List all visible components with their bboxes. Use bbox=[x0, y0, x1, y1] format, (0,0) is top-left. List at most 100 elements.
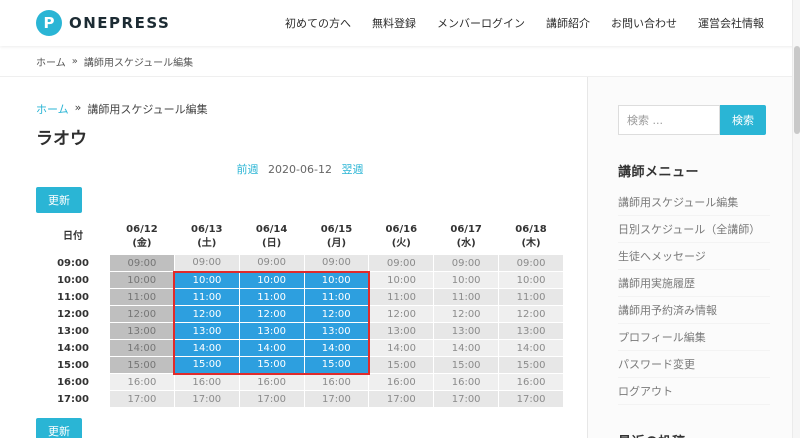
update-button-bottom[interactable]: 更新 bbox=[36, 418, 82, 438]
sidebar-menu-item[interactable]: 講師用実施履歴 bbox=[618, 270, 770, 297]
schedule-cell[interactable]: 10:00 bbox=[433, 271, 500, 289]
sidebar-menu-item[interactable]: 講師用予約済み情報 bbox=[618, 297, 770, 324]
schedule-cell[interactable]: 09:00 bbox=[303, 254, 370, 272]
day-column-header: 06/13 (土) bbox=[173, 220, 240, 255]
sidebar-menu-item[interactable]: パスワード変更 bbox=[618, 351, 770, 378]
schedule-cell[interactable]: 14:00 bbox=[303, 339, 370, 357]
schedule-cell[interactable]: 09:00 bbox=[109, 254, 175, 272]
schedule-cell[interactable]: 13:00 bbox=[433, 322, 500, 340]
schedule-cell[interactable]: 16:00 bbox=[498, 373, 564, 391]
search-input[interactable] bbox=[618, 105, 720, 135]
schedule-cell[interactable]: 09:00 bbox=[498, 254, 564, 272]
schedule-cell[interactable]: 13:00 bbox=[498, 322, 564, 340]
schedule-cell[interactable]: 12:00 bbox=[433, 305, 500, 323]
breadcrumb: ホーム » 講師用スケジュール編集 bbox=[36, 101, 565, 117]
schedule-cell[interactable]: 10:00 bbox=[173, 270, 240, 289]
row-time-header: 10:00 bbox=[36, 271, 110, 289]
schedule-cell[interactable]: 16:00 bbox=[303, 373, 370, 391]
sidebar-menu-item[interactable]: プロフィール編集 bbox=[618, 324, 770, 351]
schedule-cell[interactable]: 14:00 bbox=[368, 339, 435, 357]
schedule-cell[interactable]: 10:00 bbox=[303, 270, 370, 289]
schedule-cell[interactable]: 13:00 bbox=[303, 322, 370, 340]
sidebar-menu-item[interactable]: 講師用スケジュール編集 bbox=[618, 189, 770, 216]
schedule-cell[interactable]: 17:00 bbox=[498, 390, 564, 408]
row-time-header: 13:00 bbox=[36, 322, 110, 340]
sidebar-menu-item[interactable]: ログアウト bbox=[618, 378, 770, 405]
schedule-cell[interactable]: 11:00 bbox=[368, 288, 435, 306]
scrollbar[interactable] bbox=[792, 0, 800, 438]
sidebar-menu-item[interactable]: 生徒へメッセージ bbox=[618, 243, 770, 270]
schedule-cell[interactable]: 12:00 bbox=[238, 305, 305, 323]
schedule-cell[interactable]: 12:00 bbox=[173, 305, 240, 323]
schedule-cell[interactable]: 15:00 bbox=[109, 356, 175, 374]
row-time-header: 14:00 bbox=[36, 339, 110, 357]
schedule-cell[interactable]: 17:00 bbox=[303, 390, 370, 408]
breadcrumb-separator: » bbox=[74, 101, 82, 114]
nav-item[interactable]: メンバーログイン bbox=[437, 15, 525, 31]
schedule-cell[interactable]: 09:00 bbox=[433, 254, 500, 272]
schedule-cell[interactable]: 15:00 bbox=[238, 356, 305, 375]
schedule-cell[interactable]: 17:00 bbox=[433, 390, 500, 408]
schedule-cell[interactable]: 13:00 bbox=[173, 322, 240, 340]
schedule-cell[interactable]: 09:00 bbox=[238, 254, 305, 272]
next-week-link[interactable]: 翌週 bbox=[341, 163, 363, 176]
schedule-cell[interactable]: 14:00 bbox=[109, 339, 175, 357]
breadcrumb-home-link[interactable]: ホーム bbox=[36, 54, 66, 69]
schedule-cell[interactable]: 10:00 bbox=[109, 271, 175, 289]
schedule-cell[interactable]: 16:00 bbox=[173, 373, 240, 391]
schedule-cell[interactable]: 14:00 bbox=[433, 339, 500, 357]
schedule-cell[interactable]: 11:00 bbox=[173, 288, 240, 306]
page: P ONEPRESS 初めての方へ 無料登録 メンバーログイン 講師紹介 お問い合わせ 運… bbox=[0, 0, 800, 438]
schedule-cell[interactable]: 10:00 bbox=[368, 271, 435, 289]
nav-item[interactable]: 初めての方へ bbox=[285, 15, 351, 31]
logo-letter: P bbox=[43, 14, 55, 32]
schedule-cell[interactable]: 16:00 bbox=[238, 373, 305, 391]
schedule-cell[interactable]: 12:00 bbox=[303, 305, 370, 323]
schedule-cell[interactable]: 11:00 bbox=[433, 288, 500, 306]
schedule-cell[interactable]: 17:00 bbox=[173, 390, 240, 408]
nav-item[interactable]: 講師紹介 bbox=[546, 15, 590, 31]
schedule-cell[interactable]: 17:00 bbox=[238, 390, 305, 408]
schedule-cell[interactable]: 16:00 bbox=[433, 373, 500, 391]
scrollbar-thumb[interactable] bbox=[794, 46, 800, 134]
schedule-cell[interactable]: 12:00 bbox=[498, 305, 564, 323]
schedule-cell[interactable]: 12:00 bbox=[109, 305, 175, 323]
schedule-cell[interactable]: 11:00 bbox=[303, 288, 370, 306]
nav-item[interactable]: お問い合わせ bbox=[611, 15, 677, 31]
schedule-cell[interactable]: 17:00 bbox=[109, 390, 175, 408]
schedule-cell[interactable]: 09:00 bbox=[173, 254, 240, 272]
day-column-header: 06/17 (水) bbox=[433, 220, 500, 255]
schedule-cell[interactable]: 17:00 bbox=[368, 390, 435, 408]
schedule-cell[interactable]: 10:00 bbox=[238, 270, 305, 289]
schedule-cell[interactable]: 15:00 bbox=[433, 356, 500, 374]
schedule-cell[interactable]: 14:00 bbox=[498, 339, 564, 357]
schedule-cell[interactable]: 16:00 bbox=[109, 373, 175, 391]
schedule-cell[interactable]: 09:00 bbox=[368, 254, 435, 272]
schedule-cell[interactable]: 11:00 bbox=[238, 288, 305, 306]
nav-item[interactable]: 運営会社情報 bbox=[698, 15, 764, 31]
schedule-cell[interactable]: 13:00 bbox=[109, 322, 175, 340]
schedule-cell[interactable]: 15:00 bbox=[173, 356, 240, 375]
schedule-cell[interactable]: 14:00 bbox=[173, 339, 240, 357]
schedule-cell[interactable]: 14:00 bbox=[238, 339, 305, 357]
update-button-top[interactable]: 更新 bbox=[36, 187, 82, 213]
day-column-header: 06/12 (金) bbox=[109, 220, 175, 255]
nav-item[interactable]: 無料登録 bbox=[372, 15, 416, 31]
schedule-cell[interactable]: 16:00 bbox=[368, 373, 435, 391]
row-time-header: 15:00 bbox=[36, 356, 110, 374]
schedule-cell[interactable]: 15:00 bbox=[368, 356, 435, 374]
day-column-header: 06/16 (火) bbox=[368, 220, 435, 255]
schedule-cell[interactable]: 11:00 bbox=[109, 288, 175, 306]
schedule-cell[interactable]: 13:00 bbox=[368, 322, 435, 340]
sidebar-menu-item[interactable]: 日別スケジュール（全講師） bbox=[618, 216, 770, 243]
brand-home-link[interactable]: P ONEPRESS bbox=[36, 10, 170, 36]
schedule-cell[interactable]: 10:00 bbox=[498, 271, 564, 289]
schedule-cell[interactable]: 12:00 bbox=[368, 305, 435, 323]
prev-week-link[interactable]: 前週 bbox=[237, 163, 259, 176]
breadcrumb-home-link[interactable]: ホーム bbox=[36, 101, 69, 117]
search-button[interactable]: 検索 bbox=[720, 105, 766, 135]
schedule-cell[interactable]: 15:00 bbox=[498, 356, 564, 374]
schedule-cell[interactable]: 11:00 bbox=[498, 288, 564, 306]
schedule-cell[interactable]: 15:00 bbox=[303, 356, 370, 375]
schedule-cell[interactable]: 13:00 bbox=[238, 322, 305, 340]
